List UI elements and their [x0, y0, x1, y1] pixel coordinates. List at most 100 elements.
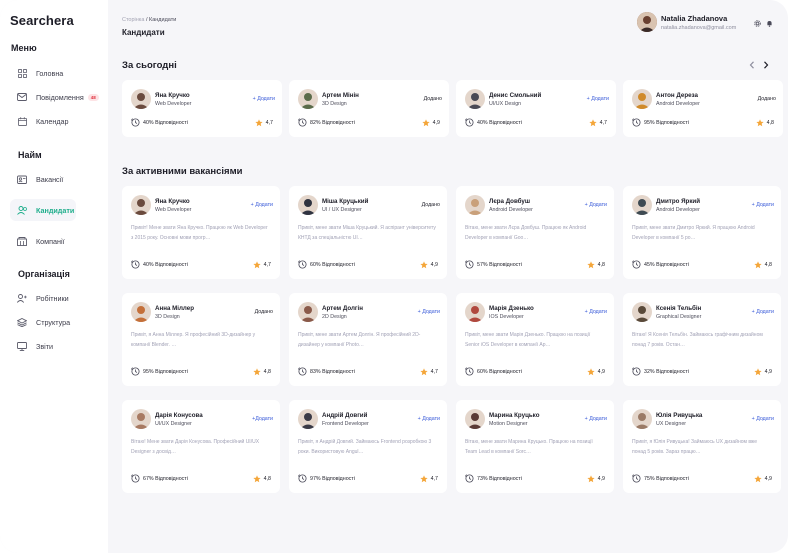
- star-icon: [420, 256, 428, 274]
- candidate-rating: 4,9: [764, 476, 772, 482]
- breadcrumb: Сторінка / Кандидати: [122, 17, 176, 23]
- candidate-card[interactable]: Яна Кручко Web Developer + Додати 40% Відпо…: [122, 80, 282, 137]
- add-button[interactable]: + Додати: [253, 96, 275, 102]
- candidate-role: 2D Design: [322, 313, 347, 320]
- bell-icon[interactable]: [765, 19, 773, 27]
- sidebar-item-structure[interactable]: Структура: [10, 311, 76, 333]
- add-button[interactable]: + Додати: [587, 96, 609, 102]
- candidate-name: Артем Долгін: [322, 304, 363, 312]
- avatar: [131, 89, 151, 109]
- candidate-description: Вітаю! Мене звати Дарія Конусова. Профес…: [131, 439, 260, 455]
- candidate-card[interactable]: Міша Круцький UI / UX Designer Додано Приві…: [289, 186, 447, 279]
- candidate-card[interactable]: Дарія Конусова UI/UX Designer +Додати Вітаю…: [122, 400, 280, 493]
- match-icon: [465, 363, 474, 381]
- sidebar-item-calendar[interactable]: Календар: [10, 110, 76, 132]
- sidebar-item-messages[interactable]: Повідомлення 48: [10, 86, 102, 108]
- add-button[interactable]: + Додати: [251, 202, 273, 208]
- candidate-description: Привіт, мене звати Марія Дзенько. Працюю…: [465, 332, 591, 348]
- section-title-active-vacancies: За активними вакансіями: [122, 166, 243, 177]
- match-icon: [632, 256, 641, 274]
- candidate-rating: 4,9: [764, 369, 772, 375]
- sidebar-section-title-menu: Меню: [11, 43, 37, 53]
- add-button[interactable]: + Додати: [752, 416, 774, 422]
- added-status[interactable]: Додано: [422, 202, 440, 208]
- carousel-next-button[interactable]: [760, 59, 772, 71]
- match-percent: 97% Відповідності: [310, 476, 355, 482]
- candidate-card[interactable]: Антон Дереза Android Developer Додано 95% В…: [623, 80, 783, 137]
- added-status[interactable]: Додано: [758, 96, 776, 102]
- add-button[interactable]: + Додати: [752, 202, 774, 208]
- avatar: [632, 302, 652, 322]
- match-percent: 32% Відповідності: [644, 369, 689, 375]
- match-percent: 95% Відповідності: [644, 120, 689, 126]
- match-icon: [298, 363, 307, 381]
- avatar: [131, 195, 151, 215]
- section-title-today: За сьогодні: [122, 60, 177, 71]
- candidate-card[interactable]: Артем Мінін 3D Design Додано 82% Відповідно…: [289, 80, 449, 137]
- star-icon: [587, 256, 595, 274]
- avatar: [632, 89, 652, 109]
- sidebar-section-title-organization: Організація: [18, 269, 70, 279]
- candidate-card[interactable]: Дмитро Яркий Android Developer + Додати При…: [623, 186, 781, 279]
- sidebar-item-workers[interactable]: Робітники: [10, 287, 76, 309]
- added-status[interactable]: Додано: [255, 309, 273, 315]
- match-percent: 73% Відповідності: [477, 476, 522, 482]
- candidate-description: Привіт, я Анна Міллер. Я професійний 3D-…: [131, 332, 256, 348]
- add-button[interactable]: +Додати: [252, 416, 273, 422]
- candidate-card[interactable]: Ксенія Тельбін Graphical Designer + Додати…: [623, 293, 781, 386]
- candidate-role: Graphical Designer: [656, 313, 702, 320]
- sidebar-item-label: Кандидати: [36, 205, 75, 215]
- star-icon: [255, 114, 263, 132]
- sidebar-item-home[interactable]: Головна: [10, 62, 76, 84]
- sidebar-item-vacancies[interactable]: Вакансії: [10, 168, 76, 190]
- add-button[interactable]: + Додати: [585, 202, 607, 208]
- sidebar-item-label: Робітники: [36, 293, 69, 303]
- candidate-card[interactable]: Марина Круцько Motion Designer + Додати Віт…: [456, 400, 614, 493]
- candidate-name: Анна Міллер: [155, 304, 194, 312]
- sidebar-item-companies[interactable]: Компанії: [10, 230, 76, 252]
- add-button[interactable]: + Додати: [585, 309, 607, 315]
- candidate-name: Андрій Довгий: [322, 411, 368, 419]
- candidate-role: UI/UX Designer: [155, 420, 192, 427]
- sidebar-item-candidates[interactable]: Кандидати: [10, 199, 76, 221]
- match-percent: 40% Відповідності: [477, 120, 522, 126]
- candidate-card[interactable]: Яна Кручко Web Developer + Додати Привіт! М…: [122, 186, 280, 279]
- app-logo[interactable]: Searchera: [10, 13, 74, 28]
- added-status[interactable]: Додано: [424, 96, 442, 102]
- match-icon: [465, 114, 474, 132]
- star-icon: [253, 470, 261, 488]
- sidebar-item-label: Повідомлення: [36, 92, 84, 102]
- candidate-card[interactable]: Андрій Довгий Frontend Developer + Додати П…: [289, 400, 447, 493]
- avatar: [637, 12, 657, 32]
- candidate-card[interactable]: Артем Долгін 2D Design + Додати Привіт, мен…: [289, 293, 447, 386]
- candidate-name: Яна Кручко: [155, 91, 190, 99]
- breadcrumb-link-page[interactable]: Сторінка: [122, 17, 144, 23]
- mail-icon: [15, 90, 29, 104]
- candidate-card[interactable]: Марія Дзенько IOS Developer + Додати Привіт…: [456, 293, 614, 386]
- sidebar-item-label: Головна: [36, 68, 64, 78]
- candidate-card[interactable]: Анна Міллер 3D Design Додано Привіт, я Анна…: [122, 293, 280, 386]
- candidate-description: Привіт, я Андрій Довгий. Займаюсь Fronte…: [298, 439, 432, 455]
- candidate-description: Привіт, я Юлія Ривуцька! Займаюсь UX диз…: [632, 439, 758, 455]
- avatar: [632, 409, 652, 429]
- breadcrumb-current: Кандидати: [149, 17, 177, 23]
- add-button[interactable]: + Додати: [418, 416, 440, 422]
- add-button[interactable]: + Додати: [418, 309, 440, 315]
- candidate-rating: 4,9: [597, 476, 605, 482]
- sidebar-item-reports[interactable]: Звіти: [10, 335, 76, 357]
- star-icon: [587, 470, 595, 488]
- candidate-name: Антон Дереза: [656, 91, 698, 99]
- candidate-card[interactable]: Юлія Ривуцька UX Designer + Додати Привіт, …: [623, 400, 781, 493]
- candidate-role: UI/UX Design: [489, 100, 522, 107]
- add-button[interactable]: + Додати: [585, 416, 607, 422]
- candidate-card[interactable]: Лєра Довбуш Android Developer + Додати Віта…: [456, 186, 614, 279]
- match-percent: 82% Відповідності: [310, 120, 355, 126]
- settings-icon[interactable]: [753, 19, 761, 27]
- user-profile[interactable]: Natalia Zhadanova natalia.zhadanova@gmai…: [637, 12, 736, 32]
- candidate-card[interactable]: Денис Смольний UI/UX Design + Додати 40% Ві…: [456, 80, 616, 137]
- carousel-prev-button[interactable]: [746, 59, 758, 71]
- add-button[interactable]: + Додати: [752, 309, 774, 315]
- breadcrumb-separator: /: [145, 17, 148, 23]
- candidate-description: Привіт, мене звати Артем Долгін. Я профе…: [298, 332, 421, 348]
- candidate-name: Дарія Конусова: [155, 411, 203, 419]
